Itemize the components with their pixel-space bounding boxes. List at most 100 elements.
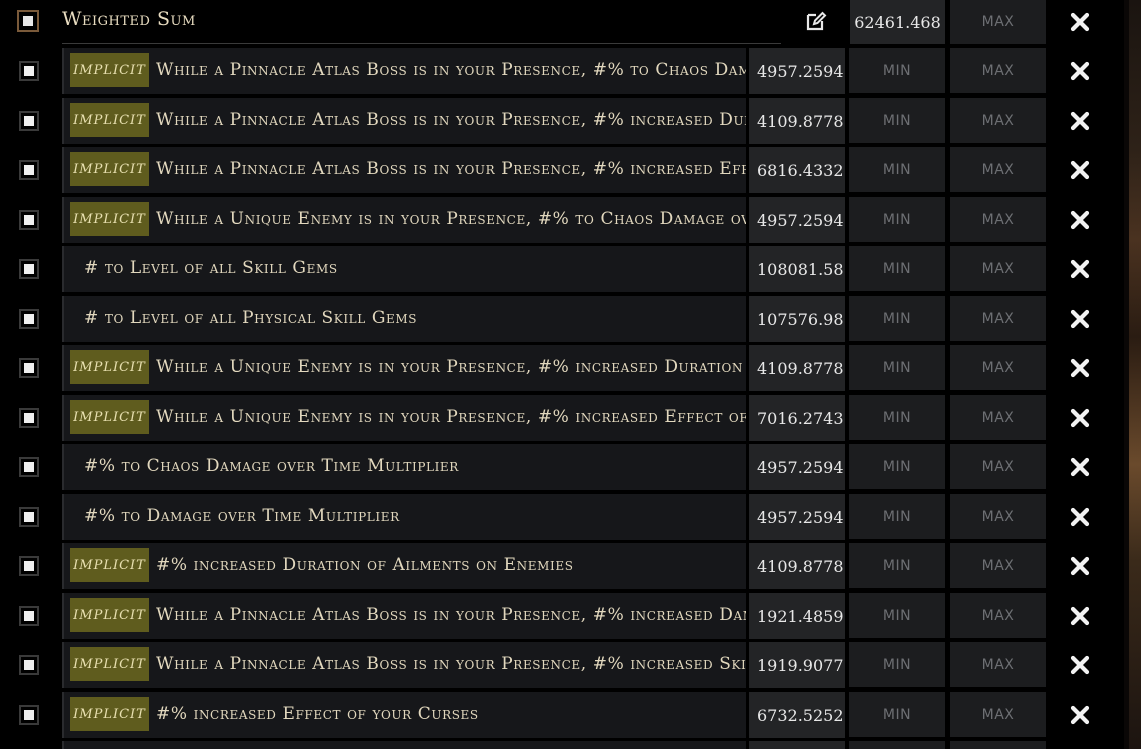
weight-value[interactable]: 4957.2594 [749, 48, 845, 94]
remove-row-icon[interactable] [1069, 357, 1091, 379]
max-input[interactable]: MAX [950, 48, 1046, 93]
max-input[interactable]: MAX [950, 642, 1046, 687]
row-checkbox[interactable] [19, 111, 39, 131]
stat-text-cell[interactable]: IMPLICIT While a Pinnacle Atlas Boss is … [62, 98, 746, 144]
weight-value[interactable]: 108081.58 [749, 246, 845, 292]
max-input[interactable]: MAX [950, 444, 1046, 489]
weight-value[interactable]: 4957.2594 [749, 197, 845, 243]
max-input[interactable]: MAX [950, 98, 1046, 143]
group-max-input[interactable]: MAX [950, 0, 1046, 44]
stat-text-cell[interactable]: #% to Damage over Time Multiplier [62, 494, 746, 540]
weight-value[interactable]: 1919.9077 [749, 642, 845, 688]
stat-label: While a Pinnacle Atlas Boss is in your P… [156, 159, 746, 179]
remove-row-icon[interactable] [1069, 654, 1091, 676]
next-row-partial [0, 741, 1124, 749]
stat-row: IMPLICIT While a Unique Enemy is in your… [0, 197, 1124, 243]
weight-value[interactable]: 7016.2743 [749, 395, 845, 441]
min-input[interactable]: MIN [849, 543, 945, 588]
weight-value[interactable]: 107576.98 [749, 296, 845, 342]
remove-group-icon[interactable] [1069, 11, 1091, 33]
row-checkbox[interactable] [19, 358, 39, 378]
max-input[interactable]: MAX [950, 593, 1046, 638]
stat-label: # to Level of all Skill Gems [84, 258, 338, 278]
implicit-badge: IMPLICIT [70, 202, 149, 236]
stat-text-cell[interactable]: IMPLICIT While a Pinnacle Atlas Boss is … [62, 593, 746, 639]
stat-text-cell[interactable]: IMPLICIT While a Pinnacle Atlas Boss is … [62, 642, 746, 688]
min-input[interactable]: MIN [849, 147, 945, 192]
min-input[interactable]: MIN [849, 593, 945, 638]
weight-value[interactable]: 4957.2594 [749, 494, 845, 540]
weighted-sum-value[interactable]: 62461.468 [850, 0, 945, 44]
remove-row-icon[interactable] [1069, 555, 1091, 577]
stat-text-cell[interactable]: IMPLICIT #% increased Duration of Ailmen… [62, 543, 746, 589]
min-input[interactable]: MIN [849, 197, 945, 242]
stat-text-cell[interactable]: # to Level of all Skill Gems [62, 246, 746, 292]
min-input[interactable]: MIN [849, 444, 945, 489]
row-checkbox[interactable] [19, 309, 39, 329]
row-checkbox[interactable] [19, 457, 39, 477]
row-checkbox[interactable] [19, 259, 39, 279]
group-checkbox[interactable] [17, 10, 39, 32]
row-checkbox[interactable] [19, 606, 39, 626]
remove-row-icon[interactable] [1069, 506, 1091, 528]
row-checkbox[interactable] [19, 507, 39, 527]
max-input[interactable]: MAX [950, 494, 1046, 539]
stat-label: While a Unique Enemy is in your Presence… [156, 407, 746, 427]
max-input[interactable]: MAX [950, 543, 1046, 588]
edit-icon[interactable] [805, 10, 827, 32]
stat-text-cell[interactable]: IMPLICIT While a Unique Enemy is in your… [62, 395, 746, 441]
stat-label: #% increased Duration of Ailments on Ene… [156, 555, 574, 575]
max-input[interactable]: MAX [950, 395, 1046, 440]
max-input[interactable]: MAX [950, 197, 1046, 242]
max-input[interactable]: MAX [950, 246, 1046, 291]
min-input[interactable]: MIN [849, 395, 945, 440]
max-input[interactable]: MAX [950, 345, 1046, 390]
remove-row-icon[interactable] [1069, 456, 1091, 478]
weight-value[interactable]: 4109.8778 [749, 98, 845, 144]
row-checkbox[interactable] [19, 160, 39, 180]
remove-row-icon[interactable] [1069, 605, 1091, 627]
row-checkbox[interactable] [19, 61, 39, 81]
row-checkbox[interactable] [19, 408, 39, 428]
min-input[interactable]: MIN [849, 98, 945, 143]
implicit-badge: IMPLICIT [70, 400, 149, 434]
min-input[interactable]: MIN [849, 494, 945, 539]
stat-text-cell[interactable]: # to Level of all Physical Skill Gems [62, 296, 746, 342]
remove-row-icon[interactable] [1069, 159, 1091, 181]
stat-text-cell[interactable]: IMPLICIT While a Unique Enemy is in your… [62, 197, 746, 243]
weight-value[interactable]: 6732.5252 [749, 692, 845, 738]
remove-row-icon[interactable] [1069, 407, 1091, 429]
min-input[interactable]: MIN [849, 692, 945, 737]
remove-row-icon[interactable] [1069, 704, 1091, 726]
implicit-badge: IMPLICIT [70, 548, 149, 582]
stat-row: # to Level of all Skill Gems 108081.58 M… [0, 246, 1124, 292]
remove-row-icon[interactable] [1069, 308, 1091, 330]
min-input[interactable]: MIN [849, 48, 945, 93]
max-input[interactable]: MAX [950, 692, 1046, 737]
min-input[interactable]: MIN [849, 642, 945, 687]
max-input[interactable]: MAX [950, 147, 1046, 192]
weight-value[interactable]: 1921.4859 [749, 593, 845, 639]
stat-text-cell[interactable]: IMPLICIT #% increased Effect of your Cur… [62, 692, 746, 738]
remove-row-icon[interactable] [1069, 258, 1091, 280]
weight-value[interactable]: 4109.8778 [749, 543, 845, 589]
stat-text-cell[interactable]: IMPLICIT While a Unique Enemy is in your… [62, 345, 746, 391]
remove-row-icon[interactable] [1069, 60, 1091, 82]
remove-row-icon[interactable] [1069, 209, 1091, 231]
row-checkbox[interactable] [19, 556, 39, 576]
min-input[interactable]: MIN [849, 246, 945, 291]
stat-row: IMPLICIT While a Pinnacle Atlas Boss is … [0, 48, 1124, 94]
weight-value[interactable]: 4109.8778 [749, 345, 845, 391]
stat-text-cell[interactable]: IMPLICIT While a Pinnacle Atlas Boss is … [62, 48, 746, 94]
min-input[interactable]: MIN [849, 345, 945, 390]
weight-value[interactable]: 4957.2594 [749, 444, 845, 490]
min-input[interactable]: MIN [849, 296, 945, 341]
remove-row-icon[interactable] [1069, 110, 1091, 132]
weight-value[interactable]: 6816.4332 [749, 147, 845, 193]
stat-text-cell[interactable]: IMPLICIT While a Pinnacle Atlas Boss is … [62, 147, 746, 193]
row-checkbox[interactable] [19, 705, 39, 725]
stat-text-cell[interactable]: #% to Chaos Damage over Time Multiplier [62, 444, 746, 490]
max-input[interactable]: MAX [950, 296, 1046, 341]
row-checkbox[interactable] [19, 210, 39, 230]
row-checkbox[interactable] [19, 655, 39, 675]
